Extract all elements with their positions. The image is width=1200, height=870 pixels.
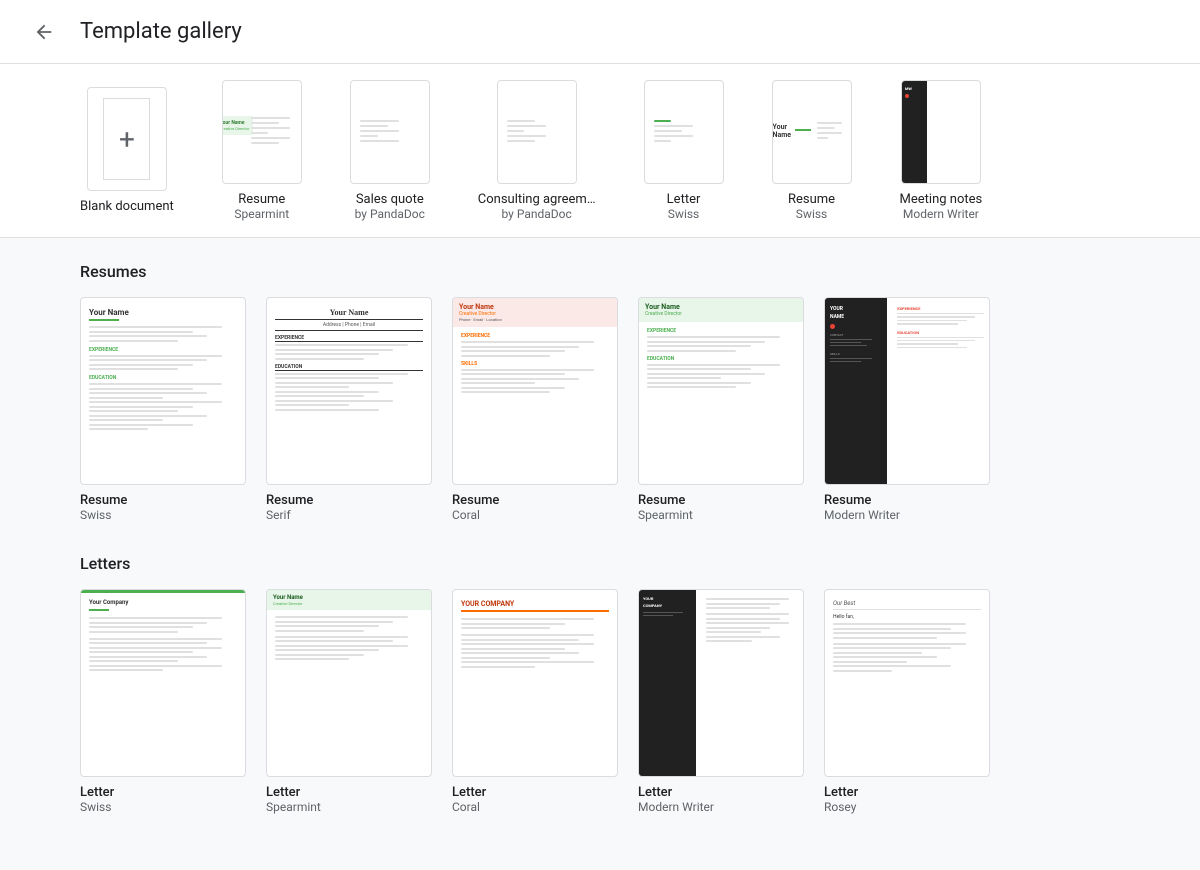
sublabel-letter-coral: Coral [452, 800, 618, 814]
template-letter-swiss[interactable]: Your Company Letter Swiss [80, 589, 246, 814]
back-button[interactable] [24, 12, 64, 52]
template-letter-rosey[interactable]: Our Best Hello fan, Letter Rosey [824, 589, 990, 814]
quick-label-blank: Blank document [80, 199, 174, 214]
quick-sublabel-consulting: by PandaDoc [502, 207, 572, 221]
thumb-letter-swiss: Your Company [80, 589, 246, 777]
thumb-letter-rosey: Our Best Hello fan, [824, 589, 990, 777]
template-resume-swiss[interactable]: Your Name Experience Education [80, 297, 246, 522]
sublabel-resume-coral: Coral [452, 508, 618, 522]
thumb-resume-serif: Your Name Address | Phone | Email Experi… [266, 297, 432, 485]
header: Template gallery [0, 0, 1200, 64]
quick-access-row: + Blank document Your Name Creative Dire… [0, 64, 1200, 238]
template-resume-modernwriter[interactable]: YOUR NAME CONTACT SKILLS EXPERIENCE [824, 297, 990, 522]
main-content: Resumes Your Name Experience Education [0, 238, 1200, 870]
quick-label-meeting: Meeting notes [900, 192, 983, 207]
quick-thumb-meeting: MW [901, 80, 981, 184]
quick-thumb-letter-swiss [644, 80, 724, 184]
quick-sublabel-meeting: Modern Writer [903, 207, 979, 221]
quick-resume-swiss[interactable]: Your Name Resume Swiss [772, 80, 852, 221]
template-letter-modern[interactable]: YOUR COMPANY [638, 589, 804, 814]
label-resume-spearmint: Resume [638, 493, 804, 508]
label-resume-serif: Resume [266, 493, 432, 508]
quick-label-letter-swiss: Letter [667, 192, 701, 207]
quick-thumb-consulting [497, 80, 577, 184]
quick-thumb-spearmint: Your Name Creative Director [222, 80, 302, 184]
quick-thumb-resume-swiss: Your Name [772, 80, 852, 184]
label-resume-swiss: Resume [80, 493, 246, 508]
thumb-resume-spearmint: Your Name Creative Director Experience E… [638, 297, 804, 485]
label-letter-swiss: Letter [80, 785, 246, 800]
sublabel-resume-serif: Serif [266, 508, 432, 522]
thumb-letter-spearmint: Your Name Creative Director [266, 589, 432, 777]
label-letter-coral: Letter [452, 785, 618, 800]
thumb-letter-coral: YOUR COMPANY [452, 589, 618, 777]
section-title-resumes: Resumes [80, 262, 1120, 281]
template-letter-coral[interactable]: YOUR COMPANY Letter Coral [452, 589, 618, 814]
template-resume-serif[interactable]: Your Name Address | Phone | Email Experi… [266, 297, 432, 522]
quick-sublabel-sales: by PandaDoc [355, 207, 425, 221]
sublabel-letter-modern: Modern Writer [638, 800, 804, 814]
quick-label-consulting: Consulting agreem… [478, 192, 596, 207]
thumb-letter-modern: YOUR COMPANY [638, 589, 804, 777]
section-resumes: Resumes Your Name Experience Education [80, 262, 1120, 522]
quick-consulting[interactable]: Consulting agreem… by PandaDoc [478, 80, 596, 221]
template-letter-spearmint[interactable]: Your Name Creative Director Letter Spear… [266, 589, 432, 814]
sublabel-resume-modernwriter: Modern Writer [824, 508, 990, 522]
label-letter-spearmint: Letter [266, 785, 432, 800]
quick-sublabel-resume-swiss: Swiss [796, 207, 827, 221]
thumb-resume-modernwriter: YOUR NAME CONTACT SKILLS EXPERIENCE [824, 297, 990, 485]
quick-label-sales: Sales quote [356, 192, 424, 207]
sublabel-letter-swiss: Swiss [80, 800, 246, 814]
sublabel-resume-swiss: Swiss [80, 508, 246, 522]
quick-label-spearmint: Resume [238, 192, 285, 207]
label-letter-rosey: Letter [824, 785, 990, 800]
sublabel-letter-spearmint: Spearmint [266, 800, 432, 814]
section-title-letters: Letters [80, 554, 1120, 573]
thumb-resume-coral: Your Name Creative Director Phone · Emai… [452, 297, 618, 485]
label-resume-coral: Resume [452, 493, 618, 508]
letters-grid: Your Company Letter Swiss [80, 589, 1120, 814]
resume-grid: Your Name Experience Education [80, 297, 1120, 522]
template-resume-spearmint[interactable]: Your Name Creative Director Experience E… [638, 297, 804, 522]
label-resume-modernwriter: Resume [824, 493, 990, 508]
quick-sublabel-spearmint: Spearmint [234, 207, 289, 221]
label-letter-modern: Letter [638, 785, 804, 800]
quick-meeting-notes[interactable]: MW Meeting notes Modern Writer [900, 80, 983, 221]
quick-sublabel-letter-swiss: Swiss [668, 207, 699, 221]
page-title: Template gallery [80, 19, 242, 44]
quick-sales-quote[interactable]: Sales quote by PandaDoc [350, 80, 430, 221]
quick-letter-swiss[interactable]: Letter Swiss [644, 80, 724, 221]
template-resume-coral[interactable]: Your Name Creative Director Phone · Emai… [452, 297, 618, 522]
sublabel-letter-rosey: Rosey [824, 800, 990, 814]
quick-thumb-sales [350, 80, 430, 184]
section-letters: Letters Your Company Letter [80, 554, 1120, 814]
sublabel-resume-spearmint: Spearmint [638, 508, 804, 522]
quick-resume-spearmint[interactable]: Your Name Creative Director Resume Spear… [222, 80, 302, 221]
quick-label-resume-swiss: Resume [788, 192, 835, 207]
back-arrow-icon [33, 21, 55, 43]
blank-thumb: + [87, 87, 167, 191]
thumb-resume-swiss: Your Name Experience Education [80, 297, 246, 485]
quick-blank[interactable]: + Blank document [80, 87, 174, 214]
